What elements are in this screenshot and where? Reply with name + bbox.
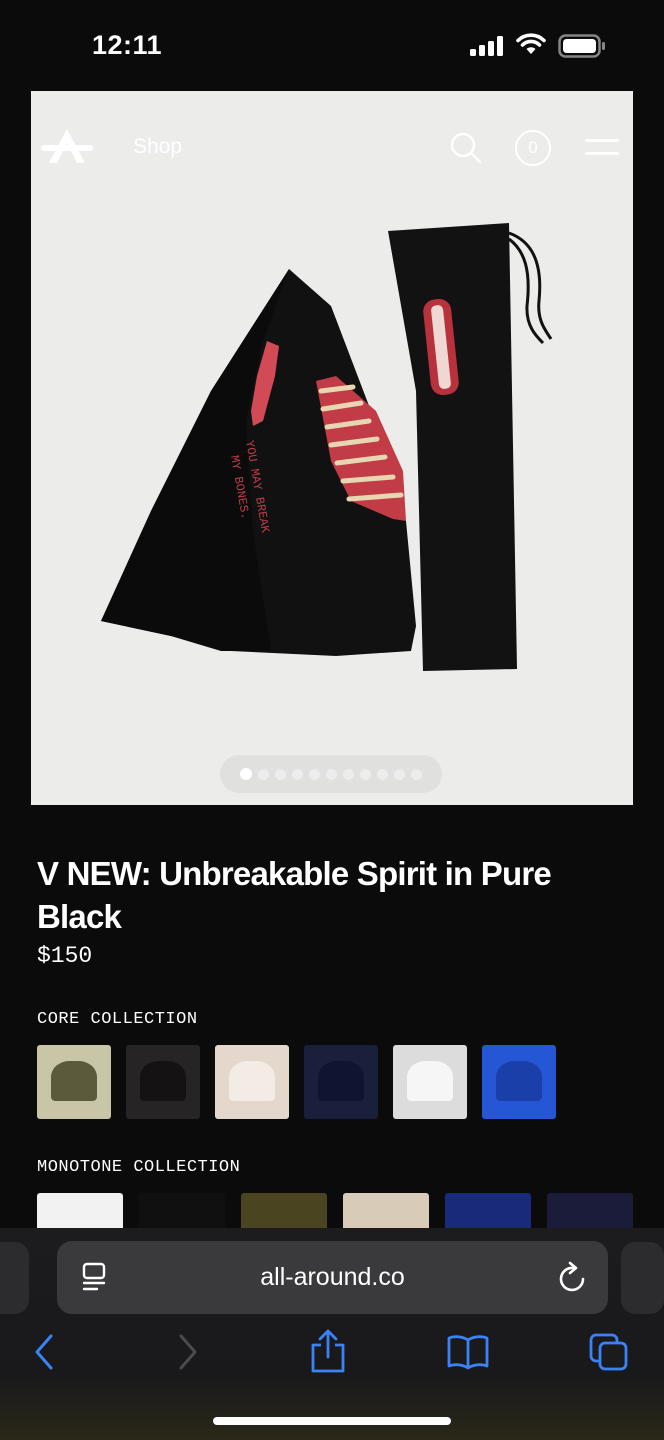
search-icon[interactable] (449, 131, 483, 165)
next-tab-pill[interactable] (621, 1242, 664, 1314)
product-title: V NEW: Unbreakable Spirit in Pure Black (37, 855, 552, 935)
home-indicator (213, 1417, 451, 1425)
core-collection-swatch[interactable] (126, 1045, 200, 1119)
core-collection-swatch[interactable] (482, 1045, 556, 1119)
carousel-dot[interactable] (360, 768, 371, 780)
monotone-collection-swatches (37, 1193, 633, 1233)
url-text: all-around.co (260, 1263, 405, 1291)
carousel-dot[interactable] (309, 768, 320, 780)
share-icon[interactable] (310, 1328, 346, 1374)
carousel-dot[interactable] (326, 768, 337, 780)
monotone-collection-swatch[interactable] (241, 1193, 327, 1233)
reload-icon[interactable] (557, 1261, 589, 1295)
swatch-product-thumbnail (51, 1061, 97, 1101)
brand-logo-icon[interactable] (39, 127, 95, 167)
shop-link[interactable]: Shop (133, 135, 182, 159)
carousel-pagination[interactable] (220, 755, 442, 793)
product-image-carousel[interactable]: YOU MAY BREAK MY BONES. Shop 0 (31, 91, 633, 805)
signal-icon (470, 36, 503, 56)
carousel-dot[interactable] (411, 768, 422, 780)
back-icon[interactable] (32, 1332, 56, 1372)
battery-icon (558, 34, 605, 58)
core-collection-heading: CORE COLLECTION (37, 1010, 198, 1029)
wifi-icon (516, 33, 546, 54)
monotone-collection-swatch[interactable] (445, 1193, 531, 1233)
carousel-dot[interactable] (343, 768, 354, 780)
monotone-collection-swatch[interactable] (547, 1193, 633, 1233)
status-bar: 12:11 (0, 0, 664, 90)
core-collection-swatch[interactable] (393, 1045, 467, 1119)
browser-toolbar: all-around.co (0, 1228, 664, 1440)
carousel-dot[interactable] (377, 768, 388, 780)
menu-icon[interactable] (585, 137, 619, 157)
monotone-collection-swatch[interactable] (343, 1193, 429, 1233)
swatch-product-thumbnail (229, 1061, 275, 1101)
swatch-product-thumbnail (318, 1061, 364, 1101)
cart-count: 0 (528, 138, 538, 157)
core-collection-swatch[interactable] (215, 1045, 289, 1119)
swatch-product-thumbnail (496, 1061, 542, 1101)
status-time: 12:11 (92, 30, 163, 60)
swatch-product-thumbnail (407, 1061, 453, 1101)
product-photo: YOU MAY BREAK MY BONES. (101, 223, 553, 671)
core-collection-swatch[interactable] (37, 1045, 111, 1119)
monotone-collection-swatch[interactable] (37, 1193, 123, 1233)
carousel-dot[interactable] (394, 768, 405, 780)
swatch-product-thumbnail (140, 1061, 186, 1101)
monotone-collection-heading: MONOTONE COLLECTION (37, 1158, 241, 1177)
product-price: $150 (37, 943, 93, 969)
carousel-dot[interactable] (240, 768, 252, 780)
tabs-icon[interactable] (588, 1332, 630, 1372)
core-collection-swatch[interactable] (304, 1045, 378, 1119)
bookmarks-icon[interactable] (446, 1332, 490, 1372)
carousel-dot[interactable] (275, 768, 286, 780)
carousel-dot[interactable] (258, 768, 269, 780)
core-collection-swatches (37, 1045, 556, 1119)
previous-tab-pill[interactable] (0, 1242, 29, 1314)
carousel-dot[interactable] (292, 768, 303, 780)
monotone-collection-swatch[interactable] (139, 1193, 225, 1233)
cart-button[interactable]: 0 (515, 130, 551, 166)
forward-icon[interactable] (176, 1332, 200, 1372)
address-bar[interactable]: all-around.co (57, 1241, 608, 1314)
